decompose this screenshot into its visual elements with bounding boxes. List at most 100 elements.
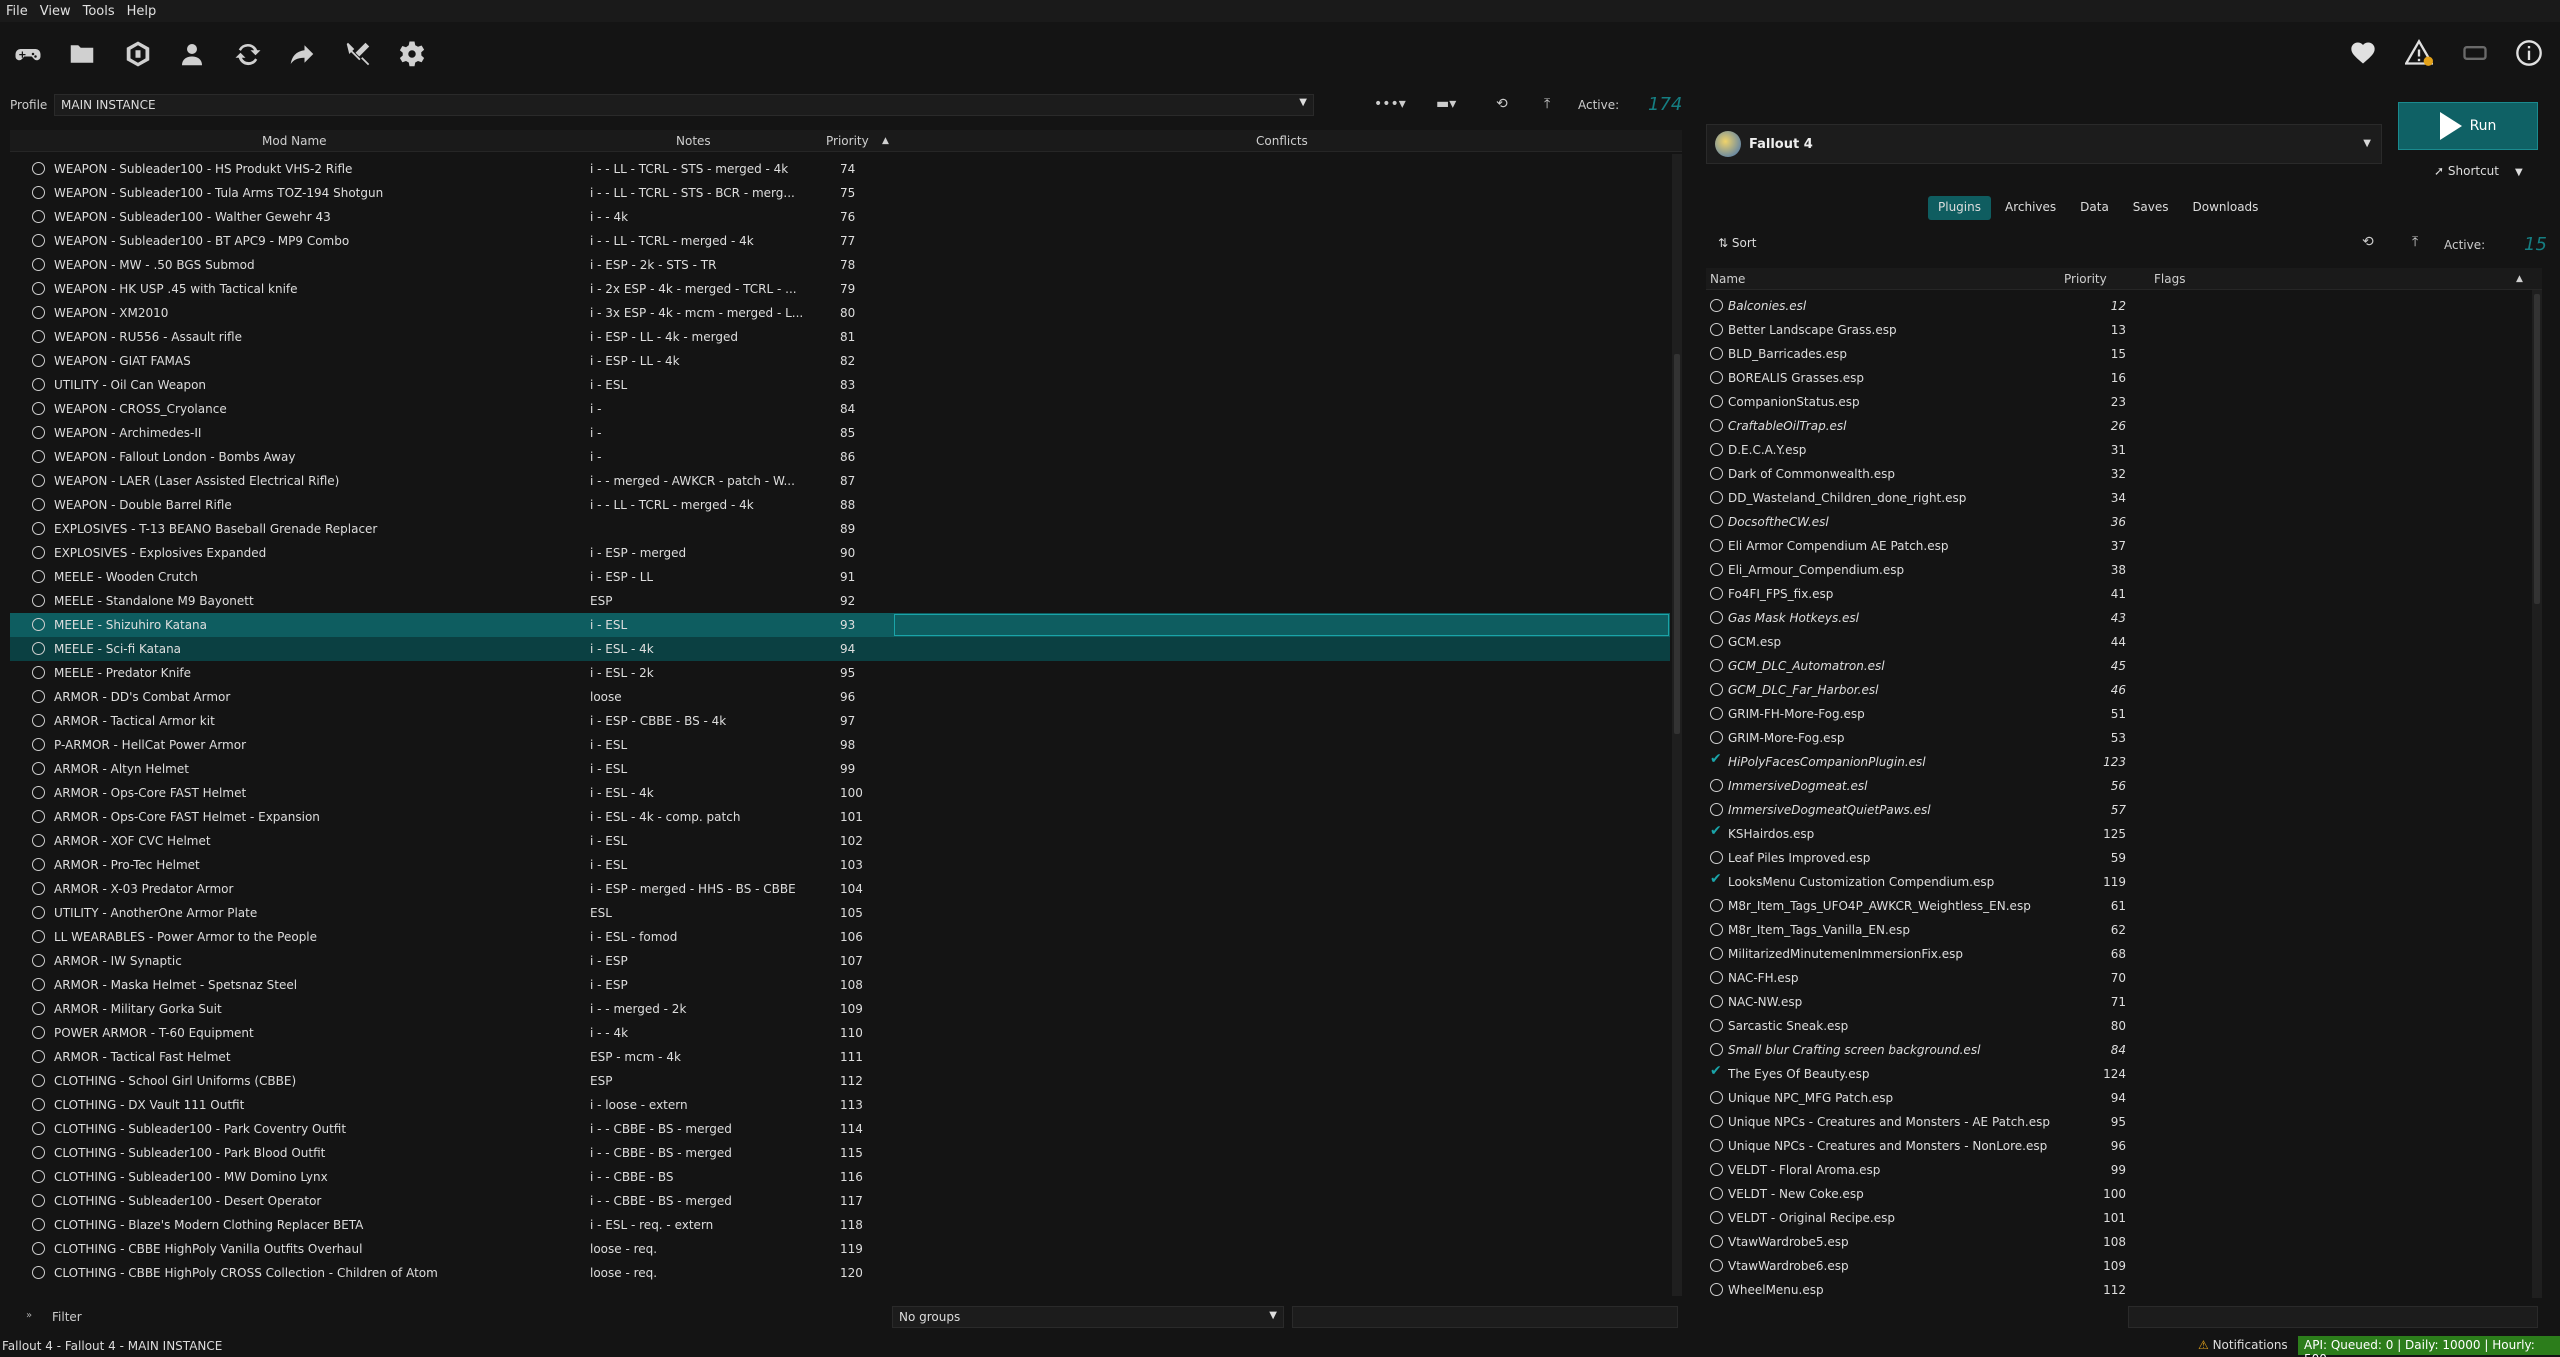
plugin-row[interactable]: DocsoftheCW.esl 36 bbox=[1706, 510, 2526, 534]
mod-checkbox[interactable] bbox=[32, 762, 45, 775]
mod-checkbox[interactable] bbox=[32, 378, 45, 391]
mod-row[interactable]: WEAPON - GIAT FAMAS i - ESP - LL - 4k 82 bbox=[10, 349, 1670, 373]
notifications-button[interactable]: ⚠ Notifications bbox=[2198, 1338, 2288, 1352]
mod-checkbox[interactable] bbox=[32, 1194, 45, 1207]
mod-checkbox[interactable] bbox=[32, 642, 45, 655]
plugin-row[interactable]: GRIM-FH-More-Fog.esp 51 bbox=[1706, 702, 2526, 726]
mod-row[interactable]: ARMOR - XOF CVC Helmet i - ESL 102 bbox=[10, 829, 1670, 853]
mod-checkbox[interactable] bbox=[32, 234, 45, 247]
mod-checkbox[interactable] bbox=[32, 1242, 45, 1255]
menu-view[interactable]: View bbox=[34, 4, 77, 19]
plugin-row[interactable]: M8r_Item_Tags_UFO4P_AWKCR_Weightless_EN.… bbox=[1706, 894, 2526, 918]
mod-checkbox[interactable] bbox=[32, 186, 45, 199]
plugin-row[interactable]: Unique NPCs - Creatures and Monsters - N… bbox=[1706, 1134, 2526, 1158]
plugin-row[interactable]: GCM_DLC_Automatron.esl 45 bbox=[1706, 654, 2526, 678]
plugin-checkbox[interactable] bbox=[1710, 347, 1723, 360]
plugin-checkbox[interactable] bbox=[1710, 443, 1723, 456]
plugin-row[interactable]: GCM_DLC_Far_Harbor.esl 46 bbox=[1706, 678, 2526, 702]
plugin-row[interactable]: VtawWardrobe6.esp 109 bbox=[1706, 1254, 2526, 1278]
plugin-checkbox[interactable] bbox=[1710, 1211, 1723, 1224]
plugin-checkbox[interactable] bbox=[1710, 467, 1723, 480]
mod-checkbox[interactable] bbox=[32, 1098, 45, 1111]
plugin-row[interactable]: Small blur Crafting screen background.es… bbox=[1706, 1038, 2526, 1062]
plugin-row[interactable]: Dark of Commonwealth.esp 32 bbox=[1706, 462, 2526, 486]
plugin-checkbox[interactable] bbox=[1710, 683, 1723, 696]
refresh-icon[interactable] bbox=[228, 36, 268, 72]
update-icon[interactable] bbox=[2458, 36, 2492, 70]
col-priority[interactable]: Priority bbox=[826, 134, 869, 148]
col-plugin-flags[interactable]: Flags bbox=[2154, 272, 2185, 286]
mod-row[interactable]: WEAPON - Subleader100 - Tula Arms TOZ-19… bbox=[10, 181, 1670, 205]
mod-row[interactable]: WEAPON - CROSS_Cryolance i - 84 bbox=[10, 397, 1670, 421]
mod-checkbox[interactable] bbox=[32, 978, 45, 991]
mod-checkbox[interactable] bbox=[32, 450, 45, 463]
checkmark-icon[interactable]: ✔ bbox=[1710, 823, 1723, 839]
plugin-checkbox[interactable] bbox=[1710, 587, 1723, 600]
mod-checkbox[interactable] bbox=[32, 714, 45, 727]
col-conflicts[interactable]: Conflicts bbox=[1256, 134, 1308, 148]
mod-row[interactable]: CLOTHING - Subleader100 - Park Coventry … bbox=[10, 1117, 1670, 1141]
run-button[interactable]: Run bbox=[2398, 102, 2538, 150]
mod-checkbox[interactable] bbox=[32, 594, 45, 607]
menu-help[interactable]: Help bbox=[121, 4, 163, 19]
mod-row[interactable]: CLOTHING - Subleader100 - Desert Operato… bbox=[10, 1189, 1670, 1213]
plugin-checkbox[interactable] bbox=[1710, 707, 1723, 720]
plugin-checkbox[interactable] bbox=[1710, 1019, 1723, 1032]
mod-row[interactable]: WEAPON - XM2010 i - 3x ESP - 4k - mcm - m… bbox=[10, 301, 1670, 325]
mod-row[interactable]: CLOTHING - Subleader100 - Park Blood Out… bbox=[10, 1141, 1670, 1165]
archive-icon[interactable]: ▬▾ bbox=[1436, 96, 1456, 112]
mod-row[interactable]: ARMOR - Tactical Fast Helmet ESP - mcm - … bbox=[10, 1045, 1670, 1069]
plugin-row[interactable]: CompanionStatus.esp 23 bbox=[1706, 390, 2526, 414]
plugin-checkbox[interactable] bbox=[1710, 923, 1723, 936]
tab-plugins[interactable]: Plugins bbox=[1928, 196, 1991, 220]
mod-checkbox[interactable] bbox=[32, 666, 45, 679]
mod-checkbox[interactable] bbox=[32, 882, 45, 895]
plugin-checkbox[interactable] bbox=[1710, 1283, 1723, 1296]
settings-gear-icon[interactable] bbox=[392, 36, 432, 72]
mod-checkbox[interactable] bbox=[32, 282, 45, 295]
plugin-row[interactable]: VELDT - New Coke.esp 100 bbox=[1706, 1182, 2526, 1206]
plugin-checkbox[interactable] bbox=[1710, 995, 1723, 1008]
groups-select[interactable]: No groups ▼ bbox=[892, 1306, 1284, 1328]
mod-checkbox[interactable] bbox=[32, 162, 45, 175]
mod-row[interactable]: ARMOR - Tactical Armor kit i - ESP - CBBE… bbox=[10, 709, 1670, 733]
mod-checkbox[interactable] bbox=[32, 258, 45, 271]
plugin-row[interactable]: ✔ The Eyes Of Beauty.esp 124 bbox=[1706, 1062, 2526, 1086]
plugin-row[interactable]: VELDT - Floral Aroma.esp 99 bbox=[1706, 1158, 2526, 1182]
mod-checkbox[interactable] bbox=[32, 426, 45, 439]
plugin-row[interactable]: M8r_Item_Tags_Vanilla_EN.esp 62 bbox=[1706, 918, 2526, 942]
plugin-row[interactable]: Fo4FI_FPS_fix.esp 41 bbox=[1706, 582, 2526, 606]
plugin-row[interactable]: GRIM-More-Fog.esp 53 bbox=[1706, 726, 2526, 750]
folder-icon[interactable] bbox=[62, 36, 102, 72]
plugin-checkbox[interactable] bbox=[1710, 779, 1723, 792]
mod-checkbox[interactable] bbox=[32, 354, 45, 367]
mod-checkbox[interactable] bbox=[32, 210, 45, 223]
menu-file[interactable]: File bbox=[0, 4, 34, 19]
plugin-checkbox[interactable] bbox=[1710, 1259, 1723, 1272]
mod-row[interactable]: WEAPON - Archimedes-II i - 85 bbox=[10, 421, 1670, 445]
plugin-checkbox[interactable] bbox=[1710, 299, 1723, 312]
tools-icon[interactable] bbox=[338, 36, 378, 72]
plugin-row[interactable]: Unique NPCs - Creatures and Monsters - A… bbox=[1706, 1110, 2526, 1134]
mod-row[interactable]: MEELE - Shizuhiro Katana i - ESL 93 bbox=[10, 613, 1670, 637]
mod-row[interactable]: LL WEARABLES - Power Armor to the People… bbox=[10, 925, 1670, 949]
mod-row[interactable]: CLOTHING - Blaze's Modern Clothing Repla… bbox=[10, 1213, 1670, 1237]
plugin-row[interactable]: NAC-FH.esp 70 bbox=[1706, 966, 2526, 990]
mod-row[interactable]: ARMOR - Ops-Core FAST Helmet - Expansion… bbox=[10, 805, 1670, 829]
mod-row[interactable]: ARMOR - Military Gorka Suit i - - merged … bbox=[10, 997, 1670, 1021]
mod-checkbox[interactable] bbox=[32, 906, 45, 919]
plugin-checkbox[interactable] bbox=[1710, 635, 1723, 648]
backup-plugins-icon[interactable]: ⤒ bbox=[2412, 234, 2418, 250]
plugin-checkbox[interactable] bbox=[1710, 491, 1723, 504]
mod-checkbox[interactable] bbox=[32, 1170, 45, 1183]
mod-checkbox[interactable] bbox=[32, 522, 45, 535]
plugin-row[interactable]: WheelMenu.esp 112 bbox=[1706, 1278, 2526, 1298]
plugin-checkbox[interactable] bbox=[1710, 323, 1723, 336]
plugin-checkbox[interactable] bbox=[1710, 1163, 1723, 1176]
col-plugin-name[interactable]: Name bbox=[1710, 272, 1745, 286]
mod-row[interactable]: WEAPON - MW - .50 BGS Submod i - ESP - 2k… bbox=[10, 253, 1670, 277]
mod-checkbox[interactable] bbox=[32, 1026, 45, 1039]
plugin-row[interactable]: CraftableOilTrap.esl 26 bbox=[1706, 414, 2526, 438]
redirect-icon[interactable] bbox=[282, 36, 322, 72]
plugin-row[interactable]: DD_Wasteland_Children_done_right.esp 34 bbox=[1706, 486, 2526, 510]
